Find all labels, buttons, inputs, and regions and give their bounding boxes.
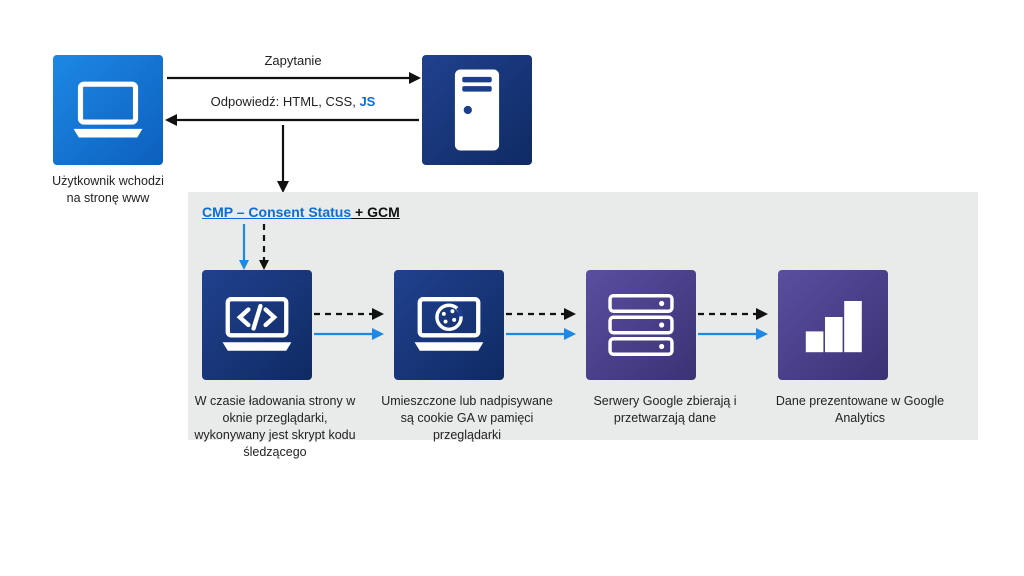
stage-caption: W czasie ładowania strony w oknie przegl…	[188, 393, 362, 461]
server-tile	[422, 55, 532, 165]
title-down-arrows	[236, 222, 276, 270]
flow-arrows	[201, 300, 971, 360]
client-tile	[53, 55, 163, 165]
request-arrow	[165, 70, 421, 86]
laptop-icon	[65, 67, 151, 153]
response-prefix: Odpowiedź: HTML, CSS,	[211, 94, 360, 109]
stage-caption: Serwery Google zbierają i przetwarzają d…	[572, 393, 758, 461]
request-label: Zapytanie	[168, 53, 418, 68]
stage-caption: Dane prezentowane w Google Analytics	[772, 393, 948, 461]
client-caption: Użytkownik wchodzi na stronę www	[48, 173, 168, 207]
response-label: Odpowiedź: HTML, CSS, JS	[168, 94, 418, 109]
response-js: JS	[359, 94, 375, 109]
stage-captions: W czasie ładowania strony w oknie przegl…	[188, 393, 978, 461]
gcm-suffix: + GCM	[351, 204, 400, 220]
cmp-link[interactable]: CMP – Consent Status	[202, 204, 351, 220]
down-arrow	[275, 123, 291, 193]
lower-title: CMP – Consent Status + GCM	[202, 204, 964, 220]
stage-caption: Umieszczone lub nadpisywane są cookie GA…	[376, 393, 558, 461]
response-arrow	[165, 112, 421, 128]
server-tower-icon	[438, 64, 516, 156]
